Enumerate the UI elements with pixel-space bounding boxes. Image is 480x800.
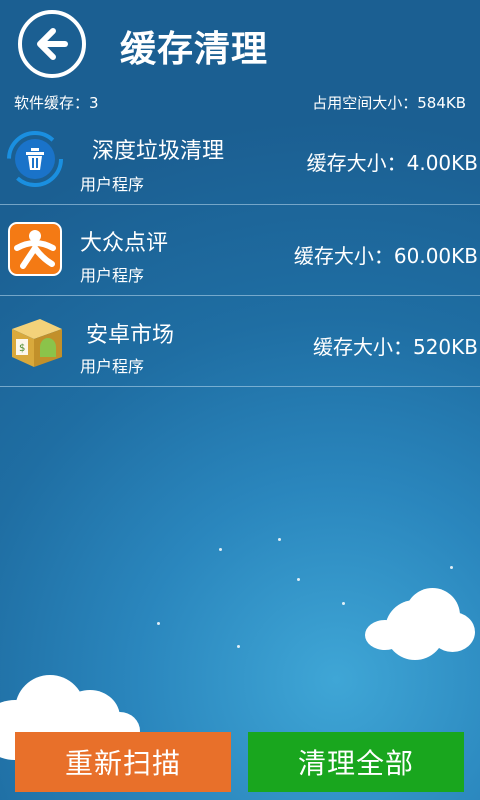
svg-text:$: $ (19, 343, 25, 354)
app-type: 用户程序 (80, 175, 145, 194)
arrow-left-icon (37, 28, 68, 60)
app-type: 用户程序 (80, 266, 145, 285)
divider (0, 295, 480, 296)
cache-summary: 软件缓存：3 占用空间大小：584KB (0, 92, 480, 114)
dianping-icon (8, 222, 62, 276)
app-header: 缓存清理 (0, 0, 480, 90)
app-type: 用户程序 (80, 357, 145, 376)
occupied-space: 占用空间大小：584KB (312, 94, 466, 112)
software-cache-count: 软件缓存：3 (14, 94, 99, 112)
rescan-button[interactable]: 重新扫描 (15, 732, 231, 792)
android-market-icon: $ (6, 311, 66, 371)
page-title: 缓存清理 (120, 29, 269, 70)
list-item[interactable]: 大众点评 用户程序 缓存大小：60.00KB (0, 206, 480, 296)
app-name: 深度垃圾清理 (92, 139, 225, 164)
app-name: 安卓市场 (86, 323, 175, 348)
cache-size: 缓存大小：520KB (312, 335, 478, 359)
list-item[interactable]: 深度垃圾清理 用户程序 缓存大小：4.00KB (0, 115, 480, 205)
divider (0, 204, 480, 205)
list-item[interactable]: $ 安卓市场 用户程序 缓存大小：520KB (0, 297, 480, 387)
cache-size: 缓存大小：60.00KB (293, 244, 478, 268)
cache-size: 缓存大小：4.00KB (306, 151, 478, 175)
divider (0, 386, 480, 387)
trash-icon (6, 130, 64, 188)
back-button[interactable] (18, 10, 86, 78)
clear-all-button[interactable]: 清理全部 (248, 732, 464, 792)
app-name: 大众点评 (80, 231, 169, 256)
